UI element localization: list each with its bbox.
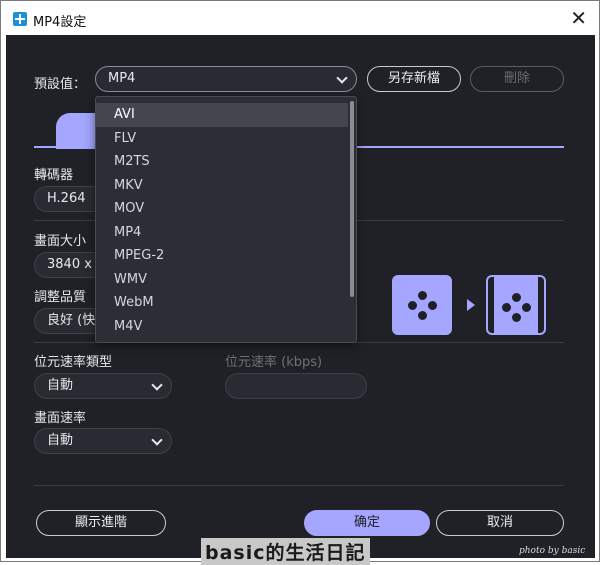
title-bar: MP4設定 ✕ — [1, 1, 599, 35]
preset-option-m4v[interactable]: M4V — [96, 315, 348, 339]
delete-button[interactable]: 刪除 — [470, 66, 564, 92]
watermark-text: basic的生活日記 — [201, 538, 370, 565]
photo-credit: photo by basic — [519, 546, 586, 556]
preset-value: MP4 — [108, 71, 136, 86]
preset-option-flv[interactable]: FLV — [96, 127, 348, 151]
preset-dropdown-list: AVI FLV M2TS MKV MOV MP4 MPEG-2 WMV WebM… — [95, 96, 357, 343]
preset-option-avi[interactable]: AVI — [96, 103, 348, 127]
cancel-button[interactable]: 取消 — [436, 510, 564, 536]
bitrate-type-select[interactable]: 自動 — [34, 373, 172, 399]
film-icon-dot — [502, 303, 511, 312]
chevron-down-icon — [151, 434, 163, 446]
codec-value: H.264 — [47, 191, 86, 206]
preset-label: 預設值： — [34, 77, 87, 92]
preset-option-wmv[interactable]: WMV — [96, 268, 348, 292]
preset-option-mpeg2[interactable]: MPEG-2 — [96, 244, 348, 268]
bitrate-type-label: 位元速率類型 — [34, 355, 113, 370]
show-advanced-button[interactable]: 顯示進階 — [36, 510, 166, 536]
aspect-preview-original[interactable] — [392, 275, 452, 335]
preset-option-mp4[interactable]: MP4 — [96, 221, 348, 245]
dialog-body: 預設值： MP4 另存新檔 刪除 轉碼器 H.264 畫面大小 3840 x 調… — [6, 35, 595, 558]
codec-label: 轉碼器 — [34, 168, 74, 183]
chevron-down-icon — [336, 72, 348, 84]
frame-size-label: 畫面大小 — [34, 234, 87, 249]
frame-rate-value: 自動 — [47, 433, 74, 448]
film-icon-dot — [522, 303, 531, 312]
output-frame — [494, 277, 538, 333]
quality-label: 調整品質 — [34, 290, 87, 305]
ok-button[interactable]: 确定 — [304, 510, 430, 536]
frame-rate-select[interactable]: 自動 — [34, 428, 172, 454]
dropdown-scrollbar[interactable] — [350, 101, 354, 297]
preset-option-m2ts[interactable]: M2TS — [96, 150, 348, 174]
film-icon-dot — [408, 301, 417, 310]
preset-select[interactable]: MP4 — [95, 66, 357, 92]
save-new-button[interactable]: 另存新檔 — [367, 66, 461, 92]
app-logo-icon — [13, 12, 27, 26]
bitrate-type-value: 自動 — [47, 378, 74, 393]
bitrate-input[interactable] — [225, 373, 367, 399]
divider — [34, 485, 564, 486]
window-title: MP4設定 — [33, 15, 87, 30]
quality-value: 良好 (快 — [47, 313, 96, 328]
close-icon[interactable]: ✕ — [570, 6, 587, 30]
film-icon-dot — [418, 311, 427, 320]
film-icon-dot — [512, 313, 521, 322]
bitrate-label: 位元速率 (kbps) — [225, 355, 323, 370]
mp4-settings-dialog: MP4設定 ✕ 預設值： MP4 另存新檔 刪除 轉碼器 H.264 畫面大小 … — [0, 0, 600, 565]
chevron-down-icon — [151, 379, 163, 391]
preset-option-mov[interactable]: MOV — [96, 197, 348, 221]
arrow-right-icon — [467, 299, 475, 311]
preset-option-mkv[interactable]: MKV — [96, 174, 348, 198]
frame-rate-label: 畫面速率 — [34, 411, 87, 426]
film-icon-dot — [512, 293, 521, 302]
film-icon-dot — [418, 291, 427, 300]
aspect-preview-output[interactable] — [486, 275, 546, 335]
preset-option-webm[interactable]: WebM — [96, 291, 348, 315]
film-icon-dot — [428, 301, 437, 310]
frame-size-value: 3840 x — [47, 257, 92, 272]
